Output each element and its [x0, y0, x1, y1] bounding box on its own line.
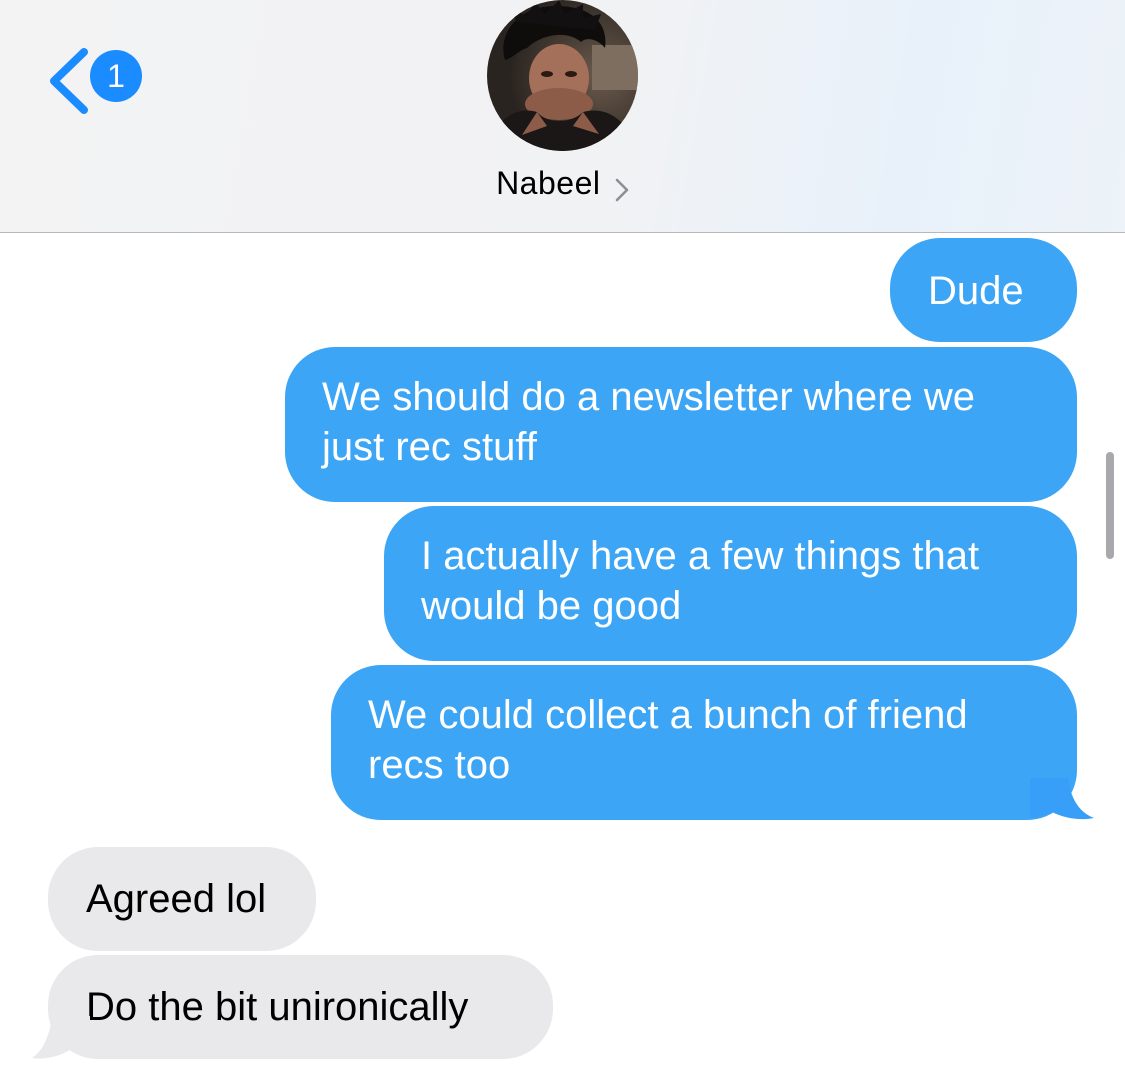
- contact-name: Nabeel: [496, 165, 601, 201]
- sent-message-bubble[interactable]: I actually have a few things that would …: [384, 506, 1077, 661]
- sent-message-bubble[interactable]: Dude: [890, 238, 1077, 342]
- back-button[interactable]: 1: [44, 44, 154, 114]
- chevron-left-icon: [50, 48, 88, 114]
- contact-name-button[interactable]: Nabeel: [0, 165, 1125, 202]
- received-message-bubble[interactable]: Do the bit unironically: [48, 955, 553, 1059]
- avatar-photo: [487, 0, 638, 151]
- unread-count-badge: 1: [90, 50, 142, 102]
- scrollbar-thumb[interactable]: [1106, 452, 1114, 559]
- messages-screen: 1 Nabeel Dude We should do a newsletter …: [0, 0, 1125, 1066]
- sent-message-bubble[interactable]: We should do a newsletter where we just …: [285, 347, 1077, 502]
- sent-bubble-tail: [1030, 778, 1094, 820]
- chevron-right-icon: [615, 178, 629, 202]
- received-message-bubble[interactable]: Agreed lol: [48, 847, 316, 951]
- contact-avatar[interactable]: [487, 0, 638, 151]
- received-bubble-tail: [32, 1016, 90, 1059]
- conversation-header: 1 Nabeel: [0, 0, 1125, 233]
- sent-message-bubble[interactable]: We could collect a bunch of friend recs …: [331, 665, 1077, 820]
